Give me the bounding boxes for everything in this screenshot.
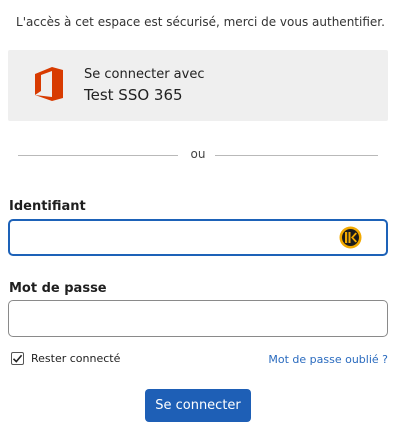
office-logo-icon: [33, 66, 65, 102]
password-input[interactable]: [8, 300, 388, 337]
remember-me-checkbox[interactable]: Rester connecté: [11, 352, 120, 365]
remember-me-label: Rester connecté: [31, 352, 121, 365]
sso-provider-name: Test SSO 365: [84, 86, 183, 104]
checkmark-icon: [12, 354, 23, 363]
separator-line-left: [18, 155, 178, 156]
forgot-password-link[interactable]: Mot de passe oublié ?: [268, 353, 388, 366]
separator-line-right: [215, 155, 378, 156]
separator: ou: [18, 147, 378, 161]
username-label: Identifiant: [9, 199, 86, 214]
sso-caption: Se connecter avec: [84, 67, 205, 82]
password-label: Mot de passe: [9, 281, 107, 296]
keeper-icon[interactable]: [339, 226, 362, 249]
checkbox-box[interactable]: [11, 352, 24, 365]
sso-login-button[interactable]: Se connecter avec Test SSO 365: [8, 50, 388, 121]
login-button[interactable]: Se connecter: [145, 389, 251, 422]
username-input[interactable]: [8, 219, 388, 256]
intro-text: L'accès à cet espace est sécurisé, merci…: [16, 15, 385, 29]
separator-text: ou: [190, 147, 206, 161]
